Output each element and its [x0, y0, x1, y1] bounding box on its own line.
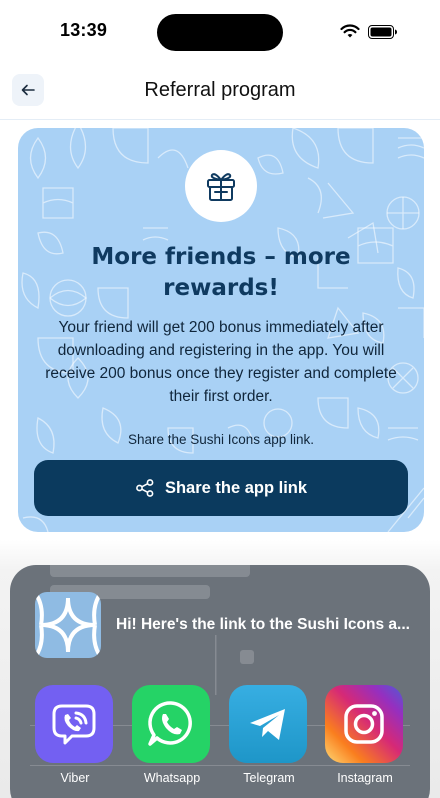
app-preview-thumbnail — [35, 592, 101, 658]
referral-promo-card: More friends – more rewards! Your friend… — [18, 128, 424, 532]
share-app-link-button[interactable]: Share the app link — [34, 460, 408, 516]
share-hint: Share the Sushi Icons app link. — [127, 432, 315, 447]
gift-icon — [207, 173, 235, 201]
share-app-whatsapp[interactable]: Whatsapp — [132, 685, 212, 795]
app-label: Viber — [60, 771, 90, 785]
battery-icon — [368, 25, 397, 39]
share-apps-row: Viber Whatsapp Telegram Instagram — [35, 685, 415, 795]
gift-badge — [185, 150, 257, 222]
share-icon — [136, 479, 154, 497]
promo-description: Your friend will get 200 bonus immediate… — [45, 319, 397, 405]
referral-screen: 13:39 Referral program More friends – mo… — [0, 0, 440, 798]
app-label: Whatsapp — [143, 771, 201, 785]
promo-title: More friends – more rewards! — [91, 244, 351, 301]
dynamic-island — [157, 14, 283, 51]
page-title: Referral program — [144, 79, 296, 101]
status-time: 13:39 — [60, 20, 108, 40]
share-app-telegram[interactable]: Telegram — [229, 685, 309, 795]
whatsapp-icon — [132, 685, 210, 763]
share-preview-text: Hi! Here's the link to the Sushi Icons a… — [116, 616, 410, 633]
telegram-icon — [229, 685, 307, 763]
share-app-viber[interactable]: Viber — [35, 685, 115, 795]
share-button-label: Share the app link — [164, 478, 308, 497]
app-label: Telegram — [243, 771, 295, 785]
instagram-icon — [325, 685, 403, 763]
share-sheet: Hi! Here's the link to the Sushi Icons a… — [10, 565, 430, 798]
viber-icon — [35, 685, 113, 763]
sushi-icons-logo — [35, 592, 101, 658]
status-bar: 13:39 — [0, 0, 440, 64]
wifi-icon — [340, 24, 360, 38]
header: Referral program — [0, 64, 440, 120]
share-app-instagram[interactable]: Instagram — [325, 685, 405, 795]
app-label: Instagram — [337, 771, 393, 785]
